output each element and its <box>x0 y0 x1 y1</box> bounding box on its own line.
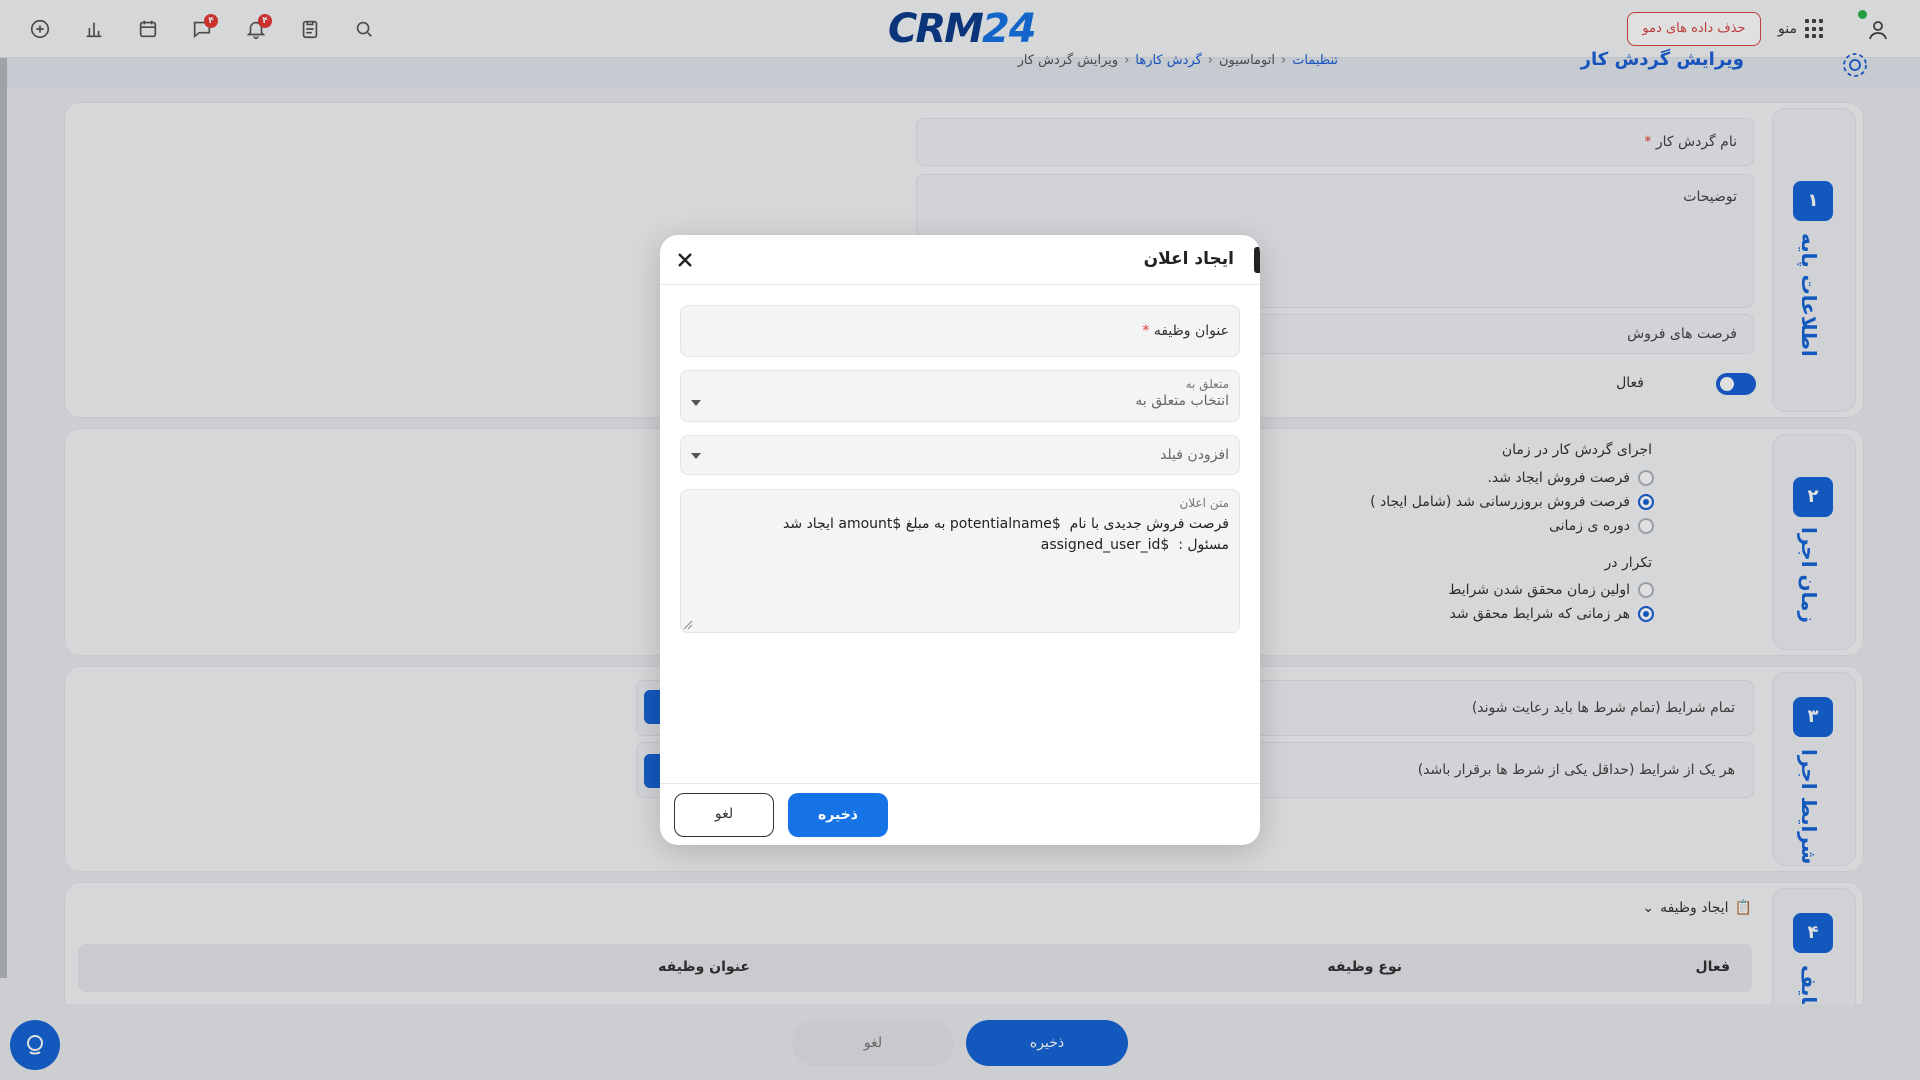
task-title-input[interactable]: عنوان وظیفه * <box>680 305 1240 357</box>
notification-text-label: متن اعلان <box>1179 496 1229 510</box>
close-icon[interactable] <box>670 245 700 275</box>
notification-text-line2: مسئول : $assigned_user_id <box>1040 537 1229 553</box>
modal-accent-bar <box>1254 247 1260 273</box>
modal-header: ایجاد اعلان <box>660 235 1260 285</box>
task-title-label: عنوان وظیفه <box>1153 323 1229 339</box>
add-field-select[interactable]: افزودن فیلد <box>680 435 1240 475</box>
modal-title: ایجاد اعلان <box>1143 249 1234 269</box>
related-to-label: متعلق به <box>1185 377 1229 391</box>
resize-handle-icon[interactable] <box>683 620 693 630</box>
related-to-select[interactable]: متعلق به انتخاب متعلق به <box>680 370 1240 422</box>
modal-save-button[interactable]: ذخیره <box>788 793 888 837</box>
add-field-placeholder: افزودن فیلد <box>1160 447 1229 463</box>
notification-text-line1: فرصت فروش جدیدی با نام $potentialname به… <box>783 516 1229 532</box>
notification-text-area[interactable]: متن اعلان فرصت فروش جدیدی با نام $potent… <box>680 489 1240 633</box>
chevron-down-icon <box>691 453 701 459</box>
modal-cancel-button[interactable]: لغو <box>674 793 774 837</box>
related-to-placeholder: انتخاب متعلق به <box>1135 393 1229 409</box>
create-notification-modal: ایجاد اعلان عنوان وظیفه * متعلق به انتخا… <box>660 235 1260 845</box>
chevron-down-icon <box>691 400 701 406</box>
